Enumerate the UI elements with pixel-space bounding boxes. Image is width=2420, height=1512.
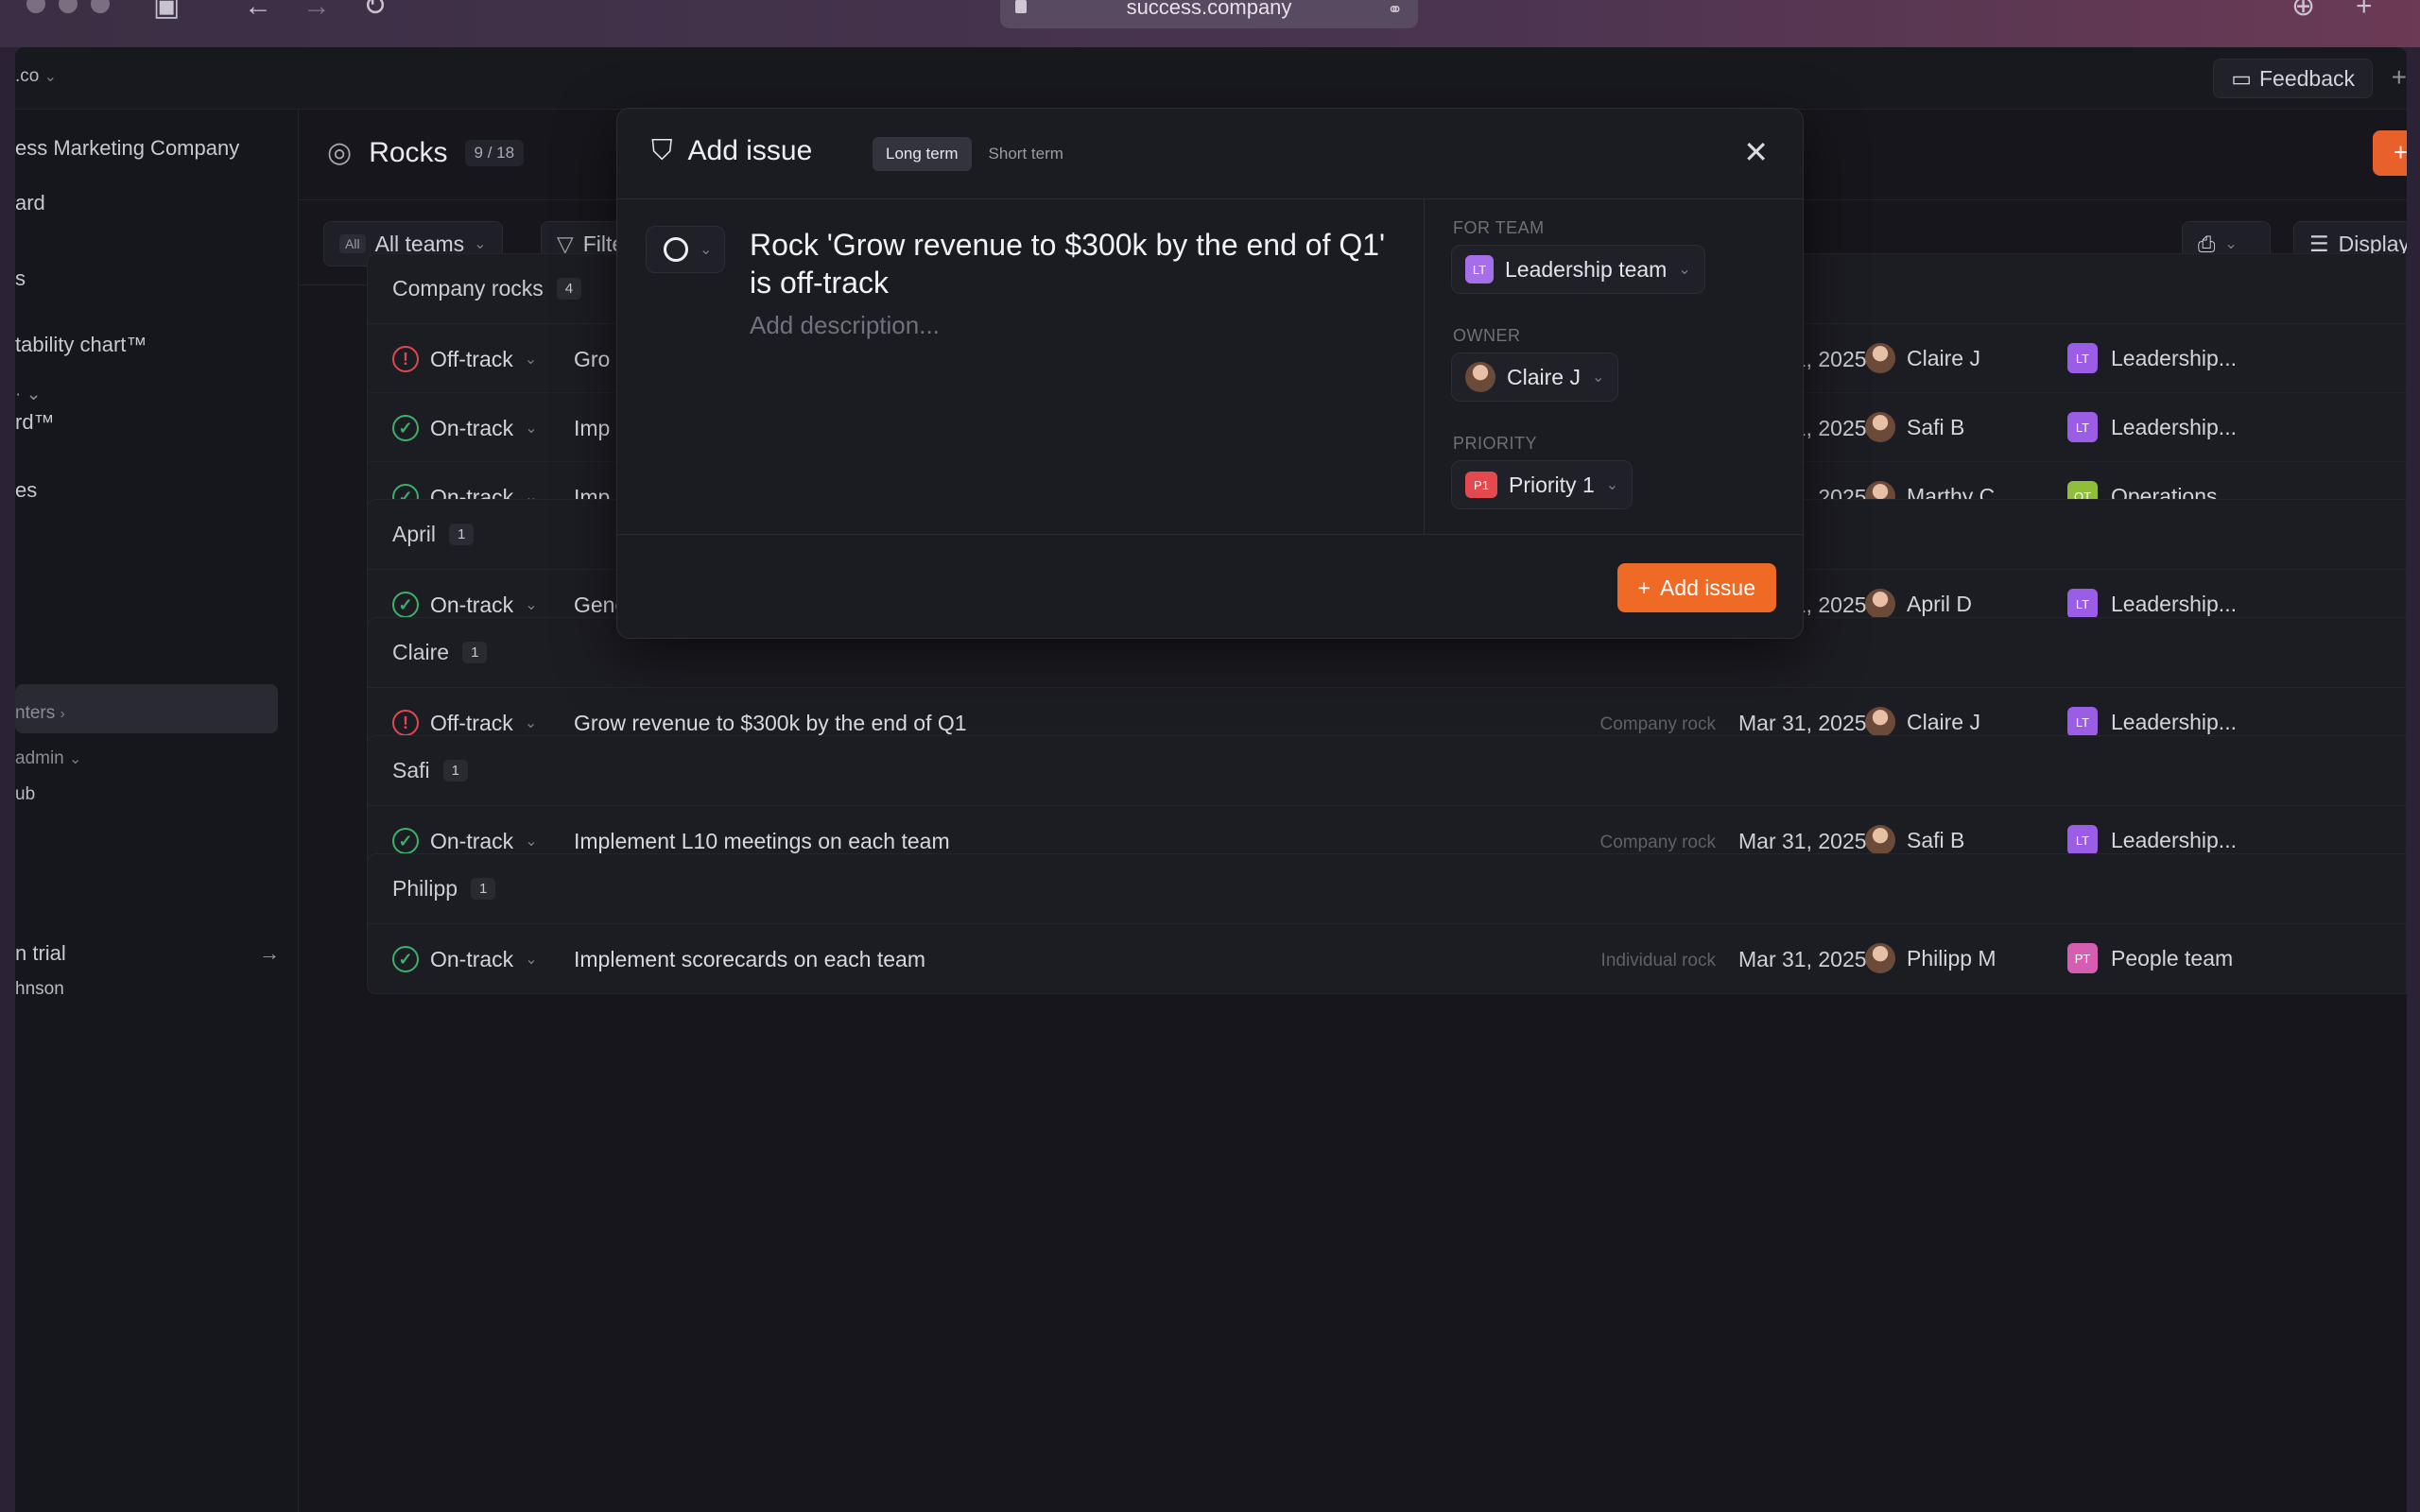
priority-select[interactable]: P1 Priority 1 ⌄	[1451, 460, 1634, 509]
chevron-down-icon: ⌄	[1678, 262, 1691, 278]
team-select[interactable]: LT Leadership team ⌄	[1451, 245, 1705, 294]
chevron-down-icon: ⌄	[1605, 477, 1619, 493]
open-circle-icon	[664, 237, 688, 262]
issue-properties: FOR TEAM LT Leadership team ⌄ OWNER Clai…	[1425, 199, 1803, 534]
team-badge: LT	[1465, 255, 1494, 284]
add-issue-label: Add issue	[1659, 575, 1755, 600]
issue-title-input[interactable]: Rock 'Grow revenue to $300k by the end o…	[750, 226, 1392, 301]
plus-icon: +	[1637, 575, 1651, 600]
close-icon[interactable]: ✕	[1743, 135, 1769, 169]
priority-label: PRIORITY	[1453, 434, 1538, 453]
issue-editor: ⌄ Rock 'Grow revenue to $300k by the end…	[617, 199, 1425, 534]
issue-description-input[interactable]: Add description...	[750, 311, 940, 340]
shield-check-icon: ⛉	[651, 135, 673, 166]
team-value: Leadership team	[1505, 256, 1668, 282]
tab-long-term[interactable]: Long term	[873, 137, 972, 171]
chevron-down-icon: ⌄	[1591, 369, 1605, 386]
avatar	[1465, 362, 1495, 392]
tab-short-term[interactable]: Short term	[976, 137, 1077, 171]
modal-title: Add issue	[687, 135, 813, 166]
priority-badge: P1	[1465, 472, 1497, 498]
owner-select[interactable]: Claire J ⌄	[1451, 352, 1619, 402]
owner-label: OWNER	[1453, 326, 1521, 345]
chevron-down-icon: ⌄	[700, 242, 713, 258]
add-issue-button[interactable]: + Add issue	[1616, 563, 1776, 612]
term-toggle: Long term Short term	[873, 137, 1077, 171]
for-team-label: FOR TEAM	[1453, 218, 1545, 237]
add-issue-modal: ⛉ Add issue Long term Short term ✕ ⌄ Roc…	[616, 108, 1804, 639]
priority-value: Priority 1	[1509, 472, 1595, 497]
owner-value: Claire J	[1507, 364, 1581, 389]
issue-status-dropdown[interactable]: ⌄	[646, 226, 725, 273]
modal-footer: + Add issue	[617, 534, 1803, 638]
modal-header: ⛉ Add issue Long term Short term ✕	[617, 109, 1803, 199]
